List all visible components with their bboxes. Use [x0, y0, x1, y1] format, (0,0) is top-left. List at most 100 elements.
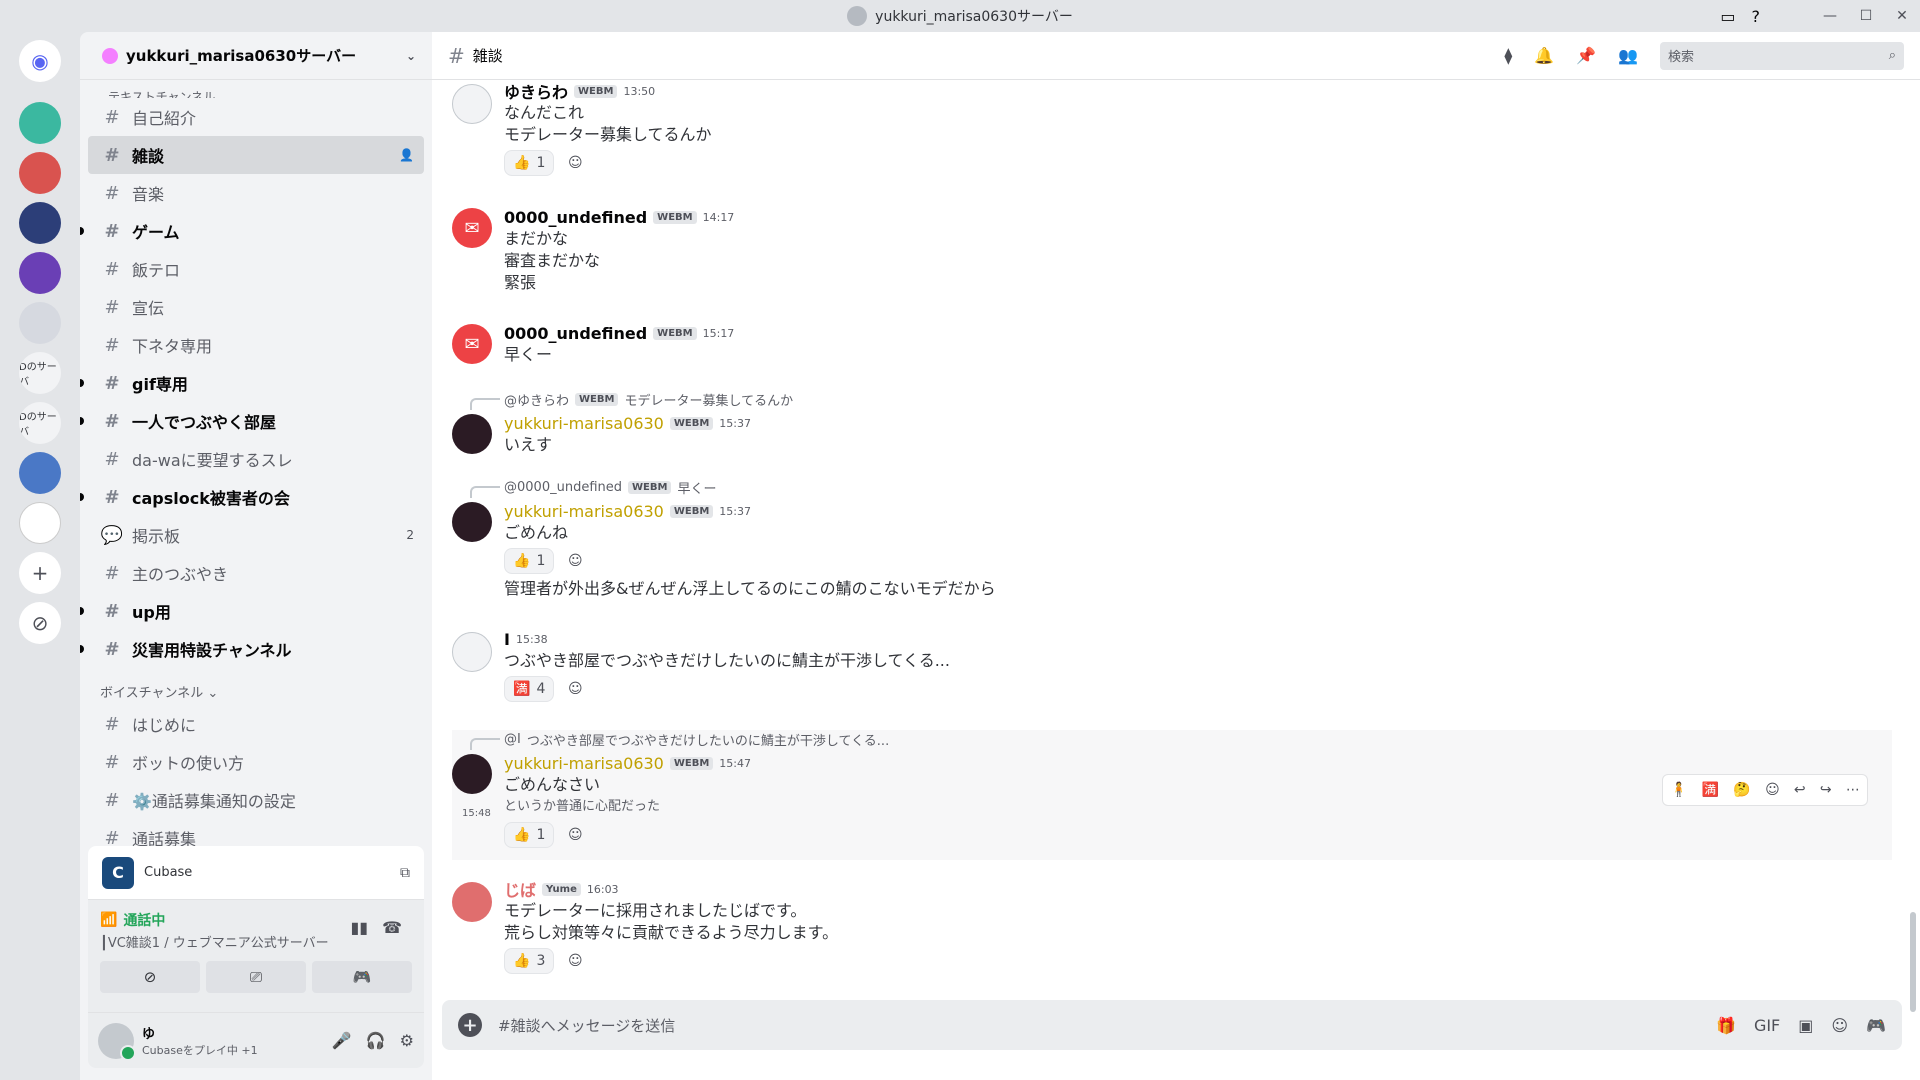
reply-preview[interactable]: @I つぶやき部屋でつぶやきだけしたいのに鯖主が干渉してくる...	[470, 730, 889, 750]
reply-preview[interactable]: @ゆきらわ WEBM モデレーター募集してるんか	[470, 390, 793, 410]
add-reaction-icon[interactable]: ☺	[562, 948, 588, 974]
author-name[interactable]: じば	[504, 877, 536, 901]
channel-item[interactable]: # 宣伝	[88, 288, 424, 326]
screen-share-button[interactable]: ⎚	[206, 961, 306, 993]
voice-channel-item[interactable]: # ⚙️通話募集通知の設定	[88, 781, 424, 819]
sticker-icon[interactable]: ▣	[1798, 1016, 1813, 1035]
channel-item-unread[interactable]: # up用	[80, 592, 424, 630]
channel-item[interactable]: # 下ネタ専用	[88, 326, 424, 364]
server-icon[interactable]	[19, 102, 61, 144]
noise-suppression-icon[interactable]: ▮▮	[350, 918, 368, 937]
help-icon[interactable]: ?	[1752, 7, 1761, 26]
bell-icon[interactable]: 🔔	[1534, 46, 1554, 65]
guild-header[interactable]: yukkuri_marisa0630サーバー ⌄	[80, 32, 432, 80]
gift-icon[interactable]: 🎁	[1716, 1016, 1736, 1035]
add-reaction-icon[interactable]: ☺	[562, 676, 588, 702]
channel-item-unread[interactable]: # capslock被害者の会	[80, 478, 424, 516]
hash-icon: #	[104, 106, 120, 128]
server-icon-text[interactable]: Dのサーバ	[19, 402, 61, 444]
scrollbar[interactable]	[1910, 912, 1916, 1012]
server-icon[interactable]	[19, 152, 61, 194]
server-icon-text[interactable]: Dのサーバ	[19, 352, 61, 394]
headphones-icon[interactable]: 🎧	[366, 1031, 386, 1050]
add-reaction-icon[interactable]: ☺	[562, 822, 588, 848]
user-avatar[interactable]	[452, 414, 492, 454]
reaction[interactable]: 👍 1	[504, 822, 555, 848]
channel-item-forum[interactable]: 💬 掲示板 2	[88, 516, 424, 554]
user-avatar[interactable]	[452, 632, 492, 672]
explore-servers-button[interactable]: ⊘	[19, 602, 61, 644]
author-name[interactable]: yukkuri-marisa0630	[504, 502, 664, 521]
message-composer[interactable]: + #雑談へメッセージを送信 🎁 GIF ▣ ☺ 🎮	[442, 1000, 1902, 1050]
voice-category[interactable]: ボイスチャンネル ⌄	[88, 668, 424, 705]
reaction[interactable]: 🈵 4	[504, 676, 555, 702]
pin-icon[interactable]: 📌	[1576, 46, 1596, 65]
channel-item[interactable]: # 自己紹介	[88, 98, 424, 136]
author-name[interactable]: yukkuri-marisa0630	[504, 414, 664, 433]
activity-share-icon[interactable]: ⧉	[400, 865, 410, 881]
disconnect-icon[interactable]: ☎	[382, 918, 402, 937]
members-icon[interactable]: 👥	[1618, 46, 1638, 65]
search-input[interactable]: 検索 ⌕	[1660, 41, 1904, 70]
reply-icon[interactable]: ↩	[1794, 782, 1806, 798]
author-name[interactable]: 0000_undefined	[504, 324, 647, 343]
reaction[interactable]: 👍 1	[504, 150, 555, 176]
more-options-icon[interactable]: ⋯	[1846, 782, 1860, 798]
add-server-button[interactable]: +	[19, 552, 61, 594]
user-avatar[interactable]: ✉	[452, 324, 492, 364]
channel-item-unread[interactable]: # gif専用	[80, 364, 424, 402]
add-member-icon[interactable]: 👤	[399, 148, 414, 162]
author-name[interactable]: yukkuri-marisa0630	[504, 754, 664, 773]
user-avatar[interactable]	[98, 1022, 136, 1061]
quick-reaction-icon[interactable]: 🈵	[1702, 782, 1719, 798]
emoji-icon[interactable]: ☺	[1831, 1016, 1848, 1035]
thinking-face-icon[interactable]: 🤔	[1733, 782, 1750, 798]
user-avatar[interactable]	[452, 84, 492, 124]
channel-item-unread[interactable]: # ゲーム	[80, 212, 424, 250]
channel-item[interactable]: # 音楽	[88, 174, 424, 212]
close-icon[interactable]: ✕	[1884, 0, 1920, 32]
reaction[interactable]: 👍 1	[504, 548, 555, 574]
message-input[interactable]: #雑談へメッセージを送信	[498, 1015, 675, 1036]
inbox-icon[interactable]: ▭	[1720, 7, 1735, 26]
channel-item[interactable]: # da-waに要望するスレ	[88, 440, 424, 478]
quick-reaction-icon[interactable]: 🧍	[1670, 782, 1687, 798]
attach-plus-icon[interactable]: +	[458, 1013, 482, 1037]
maximize-icon[interactable]: ☐	[1848, 0, 1884, 32]
forward-icon[interactable]: ↪	[1820, 782, 1832, 798]
microphone-icon[interactable]: 🎤	[332, 1031, 352, 1050]
user-avatar[interactable]	[452, 882, 492, 922]
channel-item[interactable]: # 飯テロ	[88, 250, 424, 288]
settings-gear-icon[interactable]: ⚙	[400, 1031, 414, 1050]
reaction[interactable]: 👍 3	[504, 948, 555, 974]
author-name[interactable]: I	[504, 630, 510, 649]
author-name[interactable]: ゆきらわ	[504, 80, 568, 103]
voice-channel-item[interactable]: # ボットの使い方	[88, 743, 424, 781]
channel-item-active[interactable]: # 雑談 👤	[88, 136, 424, 174]
channel-item-unread[interactable]: # 一人でつぶやく部屋	[80, 402, 424, 440]
gif-icon[interactable]: GIF	[1754, 1016, 1780, 1035]
home-button[interactable]: ◉	[19, 40, 61, 82]
server-icon[interactable]	[19, 302, 61, 344]
add-reaction-icon[interactable]: ☺	[562, 548, 588, 574]
user-avatar[interactable]: ✉	[452, 208, 492, 248]
add-reaction-icon[interactable]: ☺	[1765, 782, 1780, 798]
minimize-icon[interactable]: —	[1812, 0, 1848, 32]
app-launcher-icon[interactable]: 🎮	[1866, 1016, 1886, 1035]
threads-icon[interactable]: ⧫	[1504, 46, 1512, 65]
voice-channel-item[interactable]: # はじめに	[88, 705, 424, 743]
server-icon[interactable]	[19, 202, 61, 244]
reply-preview[interactable]: @0000_undefined WEBM 早くー	[470, 478, 716, 498]
server-icon[interactable]	[19, 502, 61, 544]
add-reaction-icon[interactable]: ☺	[562, 150, 588, 176]
activity-button[interactable]: 🎮	[312, 961, 412, 993]
author-name[interactable]: 0000_undefined	[504, 208, 647, 227]
channel-item[interactable]: # 主のつぶやき	[88, 554, 424, 592]
server-icon[interactable]	[19, 452, 61, 494]
channel-item-unread[interactable]: # 災害用特設チャンネル	[80, 630, 424, 668]
camera-off-button[interactable]: ⊘	[100, 961, 200, 993]
user-avatar[interactable]	[452, 754, 492, 794]
user-avatar[interactable]	[452, 502, 492, 542]
server-icon[interactable]	[19, 252, 61, 294]
hash-icon: #	[104, 789, 120, 811]
